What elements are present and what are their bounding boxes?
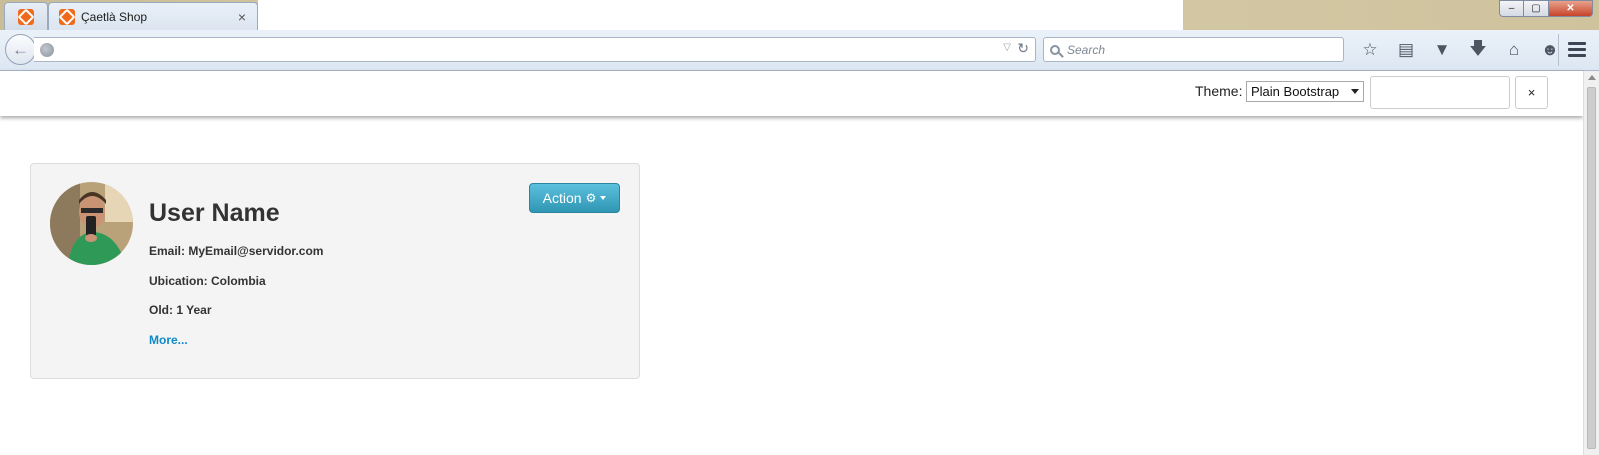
location-value: Colombia [211, 274, 266, 288]
navigation-toolbar: ← ▽ ↻ Search ☆ ▤ ▼ 🡇 ⌂ ☻ [0, 30, 1599, 71]
chat-icon[interactable]: ☻ [1532, 38, 1568, 62]
home-icon[interactable]: ⌂ [1496, 38, 1532, 62]
download-icon[interactable]: 🡇 [1460, 38, 1496, 62]
tab-title: Çaetlà Shop [81, 9, 148, 24]
avatar-photo [50, 182, 133, 265]
url-dropdown-icon[interactable]: ▽ [1003, 42, 1011, 53]
back-arrow-icon: ← [12, 39, 29, 59]
search-placeholder: Search [1067, 42, 1106, 57]
tab-strip-background [258, 0, 1183, 30]
pocket-icon[interactable]: ▼ [1424, 38, 1460, 62]
vertical-scrollbar[interactable] [1583, 71, 1599, 455]
avatar [50, 182, 133, 265]
page-content: Theme: Plain Bootstrap × User Name Email… [0, 71, 1583, 455]
profile-card: User Name Email: MyEmail@servidor.com Ub… [30, 163, 640, 379]
search-input[interactable]: Search [1043, 37, 1344, 62]
user-name: User Name [149, 199, 280, 227]
reading-list-icon[interactable]: ▤ [1388, 38, 1424, 62]
scroll-up-icon[interactable] [1588, 75, 1596, 80]
xampp-favicon-icon [59, 8, 75, 25]
star-icon[interactable]: ☆ [1352, 38, 1388, 62]
pinned-tab[interactable] [4, 2, 48, 30]
action-label: Action [542, 190, 582, 206]
search-icon [1050, 44, 1060, 55]
minimize-button[interactable]: – [1499, 0, 1524, 17]
window-controls: – ▢ ✕ [1499, 0, 1593, 17]
tab-strip: Çaetlà Shop × – ▢ ✕ [0, 0, 1599, 30]
theme-close-button[interactable]: × [1515, 76, 1548, 109]
close-window-button[interactable]: ✕ [1549, 0, 1593, 17]
back-button[interactable]: ← [5, 34, 36, 65]
tab-close-icon[interactable]: × [235, 9, 249, 25]
hamburger-menu-icon[interactable] [1568, 42, 1586, 57]
caret-down-icon [600, 196, 607, 200]
email-value: MyEmail@servidor.com [188, 244, 324, 258]
age-value: 1 Year [176, 303, 212, 317]
url-bar[interactable]: ▽ ↻ [34, 37, 1036, 62]
gear-icon: ⚙ [585, 191, 597, 205]
scroll-thumb[interactable] [1587, 87, 1596, 449]
theme-text-input[interactable] [1370, 76, 1510, 109]
restore-button[interactable]: ▢ [1524, 0, 1549, 17]
toolbar-separator [1558, 34, 1559, 66]
toolbar-icons: ☆ ▤ ▼ 🡇 ⌂ ☻ [1352, 38, 1568, 62]
email-label: Email: [149, 244, 186, 258]
action-button[interactable]: Action ⚙ [529, 183, 620, 213]
reload-icon[interactable]: ↻ [1017, 40, 1029, 57]
more-link[interactable]: More... [149, 333, 188, 347]
age-row: Old: 1 Year [149, 303, 212, 317]
chevron-down-icon [1351, 89, 1359, 94]
age-label: Old: [149, 303, 173, 317]
theme-select-value: Plain Bootstrap [1251, 84, 1340, 99]
tab-active[interactable]: Çaetlà Shop × [48, 2, 258, 30]
theme-label: Theme: [1195, 83, 1243, 99]
xampp-favicon-icon [18, 8, 34, 25]
theme-select[interactable]: Plain Bootstrap [1246, 81, 1364, 102]
location-label: Ubication: [149, 274, 208, 288]
email-row: Email: MyEmail@servidor.com [149, 244, 323, 258]
theme-bar: Theme: Plain Bootstrap × [0, 71, 1583, 116]
globe-icon [40, 43, 54, 57]
location-row: Ubication: Colombia [149, 274, 266, 288]
